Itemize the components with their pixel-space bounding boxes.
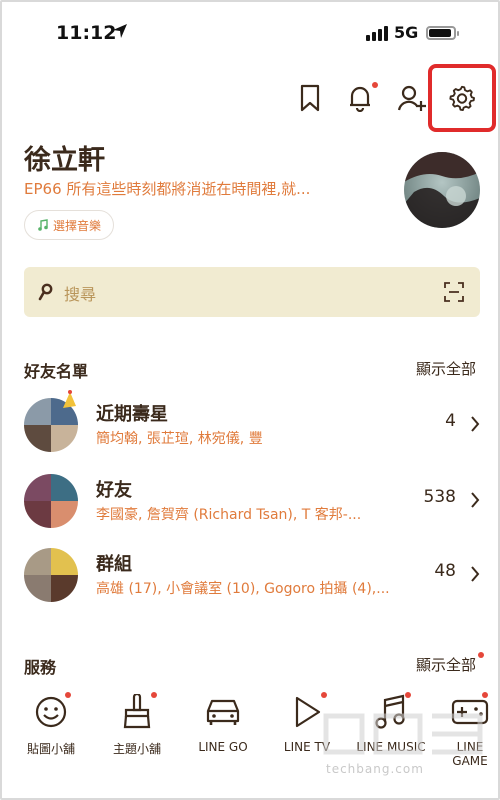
bookmark-icon [300, 84, 320, 112]
notification-dot [372, 82, 378, 88]
services-section-title: 服務 [24, 658, 57, 677]
notifications-button[interactable] [344, 82, 378, 114]
chevron-right-icon [471, 416, 480, 432]
profile-name[interactable]: 徐立軒 [24, 138, 105, 177]
watermark-text: techbang.com [326, 762, 424, 776]
friend-list-row-friends[interactable]: 好友 李國豪, 詹賀齊 (Richard Tsan), T 客邦-... 538 [24, 474, 480, 530]
network-label: 5G [394, 23, 419, 42]
car-icon [203, 692, 243, 732]
paintbrush-icon [117, 692, 157, 732]
location-arrow-icon [112, 23, 128, 43]
row-title: 群組 [96, 554, 132, 575]
bookmark-button[interactable] [294, 82, 326, 114]
chevron-right-icon [471, 566, 480, 582]
music-note-small-icon [38, 219, 48, 231]
battery-icon [426, 26, 459, 40]
service-label: 貼圖小舖 [26, 742, 75, 756]
status-time: 11:12 [56, 22, 117, 44]
row-subtitle: 高雄 (17), 小會議室 (10), Gogoro 拍攝 (4),... [96, 581, 390, 597]
service-label: LINE GO [198, 740, 248, 754]
scan-icon[interactable] [444, 282, 464, 306]
friend-list-row-birthdays[interactable]: 近期壽星 簡均翰, 張芷瑄, 林宛儀, 豐 4 [24, 390, 480, 454]
chevron-right-icon [471, 492, 480, 508]
settings-highlight-box [428, 64, 496, 132]
services-show-all-link[interactable]: 顯示全部 [416, 654, 476, 675]
services-notification-dot [478, 652, 484, 658]
friend-list-row-groups[interactable]: 群組 高雄 (17), 小會議室 (10), Gogoro 拍攝 (4),...… [24, 548, 480, 604]
groups-avatar [24, 548, 78, 602]
app-screen: 11:12 5G 徐立軒 EP66 所有這些時刻都將消逝在時間裡,就... 選擇… [0, 0, 500, 800]
service-theme-shop[interactable]: 主題小舖 [102, 692, 172, 757]
select-music-button[interactable]: 選擇音樂 [24, 210, 115, 240]
signal-strength-icon [366, 26, 388, 41]
techbang-watermark: techbang.com [320, 710, 496, 790]
service-line-go[interactable]: LINE GO [188, 692, 258, 754]
search-placeholder: 搜尋 [64, 285, 97, 304]
bell-icon [350, 86, 370, 112]
friends-section-title: 好友名單 [24, 362, 89, 381]
row-subtitle: 簡均翰, 張芷瑄, 林宛儀, 豐 [96, 431, 263, 447]
friends-avatar [24, 474, 78, 528]
smiley-icon [31, 692, 71, 732]
search-bar[interactable]: 搜尋 [24, 267, 480, 317]
profile-avatar[interactable] [404, 152, 480, 228]
party-hat-icon [63, 390, 76, 408]
service-sticker-shop[interactable]: 貼圖小舖 [16, 692, 86, 757]
profile-status-message[interactable]: EP66 所有這些時刻都將消逝在時間裡,就... [24, 178, 384, 199]
search-icon [38, 283, 54, 305]
friends-show-all-link[interactable]: 顯示全部 [416, 358, 476, 379]
row-count: 48 [434, 561, 456, 581]
row-title: 好友 [96, 480, 132, 501]
row-count: 538 [423, 487, 456, 507]
status-bar: 11:12 5G [2, 2, 498, 62]
row-subtitle: 李國豪, 詹賀齊 (Richard Tsan), T 客邦-... [96, 507, 362, 523]
select-music-label: 選擇音樂 [53, 218, 102, 233]
service-label: 主題小舖 [112, 742, 161, 756]
row-count: 4 [445, 411, 456, 431]
add-friend-icon [397, 85, 426, 111]
row-title: 近期壽星 [96, 404, 168, 425]
add-friend-button[interactable] [396, 82, 428, 114]
